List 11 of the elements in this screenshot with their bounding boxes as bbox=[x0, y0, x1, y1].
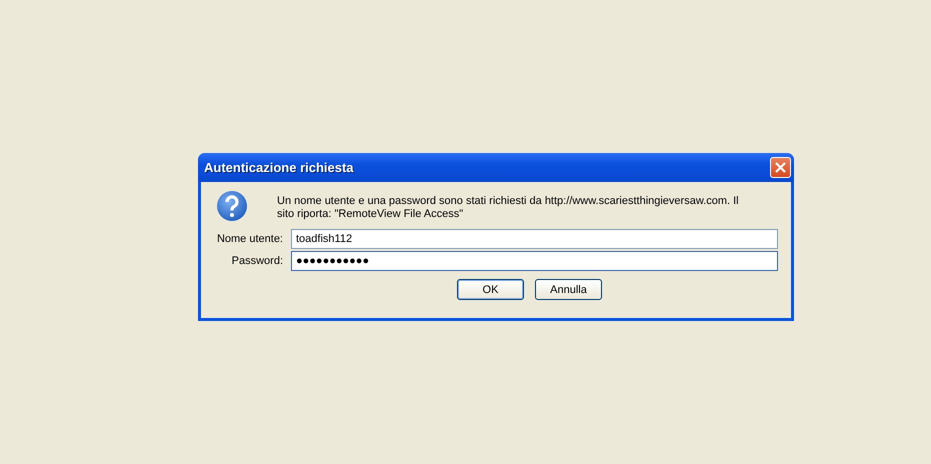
close-button[interactable] bbox=[770, 157, 791, 178]
close-icon bbox=[774, 161, 787, 174]
text-field[interactable]: toadfish112 bbox=[291, 229, 778, 249]
field-label: Nome utente: bbox=[216, 233, 283, 245]
question-icon bbox=[216, 190, 248, 222]
field-label: Password: bbox=[230, 255, 283, 267]
dialog-button[interactable]: Annulla bbox=[535, 279, 602, 300]
text-field[interactable]: ●●●●●●●●●●● bbox=[291, 251, 778, 271]
window-title: Autenticazione richiesta bbox=[204, 160, 354, 175]
auth-message: Un nome utente e una password sono stati richiesti da http://www.scariestthingieversaw.com. Il sito riporta: "RemoteView File Access" bbox=[277, 195, 740, 221]
dialog-button[interactable]: OK bbox=[457, 279, 524, 300]
